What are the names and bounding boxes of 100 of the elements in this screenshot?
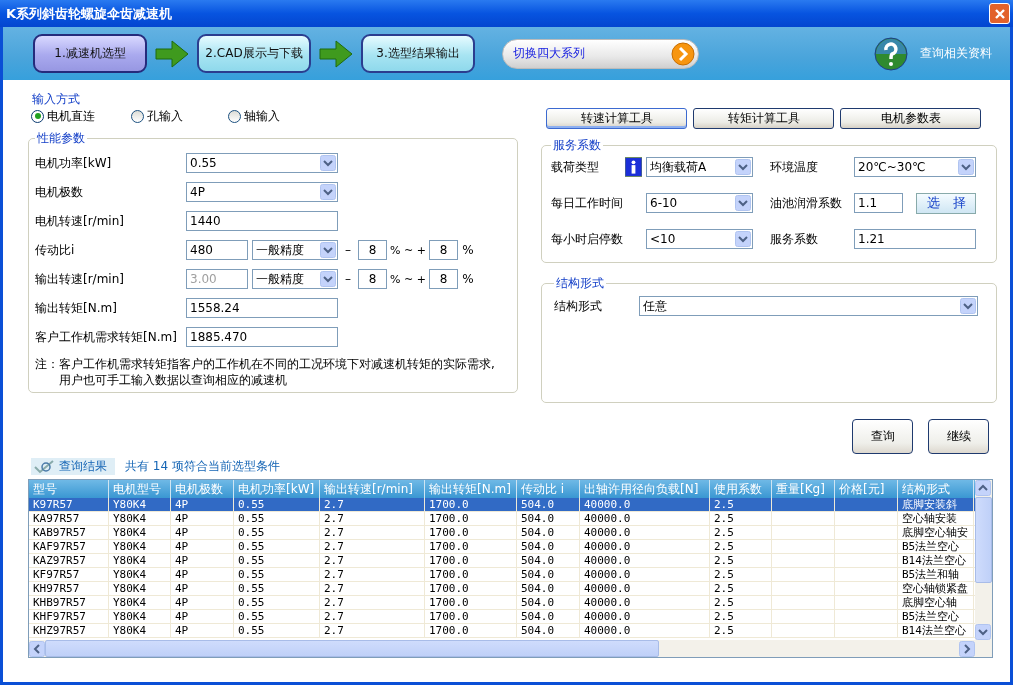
minus-sign: – [344,272,352,286]
percent-sign: % [461,272,475,286]
input-field[interactable]: 1885.470 [186,327,338,347]
table-cell: 4P [171,554,234,567]
tool-button[interactable]: 电机参数表 [840,108,981,129]
table-row[interactable]: K97R57 Y80K4 4P 0.55 2.7 1700.0 504.0 40000.0 2.5 底脚安装斜 [29,498,975,512]
table-cell: KHZ97R57 [29,624,109,637]
table-cell: 504.0 [517,568,580,581]
action-button[interactable]: 继续 [928,419,989,454]
table-cell: 2.5 [710,582,772,595]
input-field[interactable]: 1.1 [854,193,903,213]
table-cell: 504.0 [517,582,580,595]
table-cell: 4P [171,498,234,511]
horizontal-scrollbar[interactable] [29,640,992,657]
field-label: 每日工作时间 [551,194,624,212]
table-cell: 底脚空心轴 [898,596,974,609]
dropdown[interactable]: 任意 [639,296,978,316]
field-label: 电机极数 [35,183,84,201]
table-cell: B14法兰空心 [898,554,974,567]
table-cell: Y80K4 [109,596,171,609]
radio-icon[interactable] [31,109,44,123]
table-cell: 2.5 [710,624,772,637]
select-button[interactable]: 选 择 [916,192,976,214]
step-tab[interactable]: 2.CAD展示与下载 [197,34,311,73]
window-title: K系列斜齿轮螺旋伞齿减速机 [6,4,174,23]
table-row[interactable]: KAB97R57 Y80K4 4P 0.55 2.7 1700.0 504.0 40000.0 2.5 底脚空心轴安 [29,526,975,540]
table-cell: B5法兰空心 [898,540,974,553]
table-cell: 1700.0 [425,554,517,567]
radio-button[interactable]: 电机直连 [31,108,131,124]
scroll-right-icon[interactable] [959,640,975,657]
input-field[interactable]: 1.21 [854,229,976,249]
dropdown[interactable]: 0.55 [186,153,338,173]
table-cell: 504.0 [517,610,580,623]
dropdown[interactable]: 均衡载荷A [646,157,753,177]
chevron-down-icon [735,231,751,247]
switch-series-button[interactable]: 切换四大系列 [502,38,699,69]
help-icon[interactable] [874,36,908,71]
table-cell: 0.55 [234,624,320,637]
chevron-right-icon[interactable] [671,41,695,66]
radio-icon[interactable] [228,109,241,123]
table-row[interactable]: KHB97R57 Y80K4 4P 0.55 2.7 1700.0 504.0 40000.0 2.5 底脚空心轴 [29,596,975,610]
input-field[interactable]: 1558.24 [186,298,338,318]
info-icon[interactable] [625,157,642,177]
action-button[interactable]: 查询 [852,419,913,454]
dropdown[interactable]: 一般精度 [252,240,338,260]
table-cell: 504.0 [517,624,580,637]
step-tab[interactable]: 3.选型结果输出 [361,34,475,73]
tool-button[interactable]: 转矩计算工具 [693,108,834,129]
table-row[interactable]: KA97R57 Y80K4 4P 0.55 2.7 1700.0 504.0 40000.0 2.5 空心轴安装 [29,512,975,526]
chevron-down-icon [320,242,336,258]
table-cell: 2.7 [320,526,425,539]
table-cell: 504.0 [517,554,580,567]
table-row[interactable]: KAZ97R57 Y80K4 4P 0.55 2.7 1700.0 504.0 40000.0 2.5 B14法兰空心 [29,554,975,568]
table-cell: 1700.0 [425,526,517,539]
table-cell: 底脚安装斜 [898,498,974,511]
section-title: 输入方式 [31,92,81,106]
dropdown[interactable]: 6-10 [646,193,753,213]
table-row[interactable]: KF97R57 Y80K4 4P 0.55 2.7 1700.0 504.0 40000.0 2.5 B5法兰和轴 [29,568,975,582]
table-cell: 1700.0 [425,596,517,609]
radio-button[interactable]: 轴输入 [228,108,328,124]
chevron-down-icon [320,271,336,287]
field-label: 输出转矩[N.m] [35,299,118,317]
input-field[interactable]: 1440 [186,211,338,231]
table-row[interactable]: KHF97R57 Y80K4 4P 0.55 2.7 1700.0 504.0 40000.0 2.5 B5法兰空心 [29,610,975,624]
table-cell: 2.5 [710,526,772,539]
table-cell: 2.5 [710,568,772,581]
radio-icon[interactable] [131,109,144,123]
vertical-scrollbar[interactable] [975,480,992,640]
table-cell: 2.5 [710,610,772,623]
tool-button[interactable]: 转速计算工具 [546,108,687,129]
input-field[interactable]: 8 [429,240,458,260]
table-cell: KHB97R57 [29,596,109,609]
table-cell: KHF97R57 [29,610,109,623]
table-row[interactable]: KAF97R57 Y80K4 4P 0.55 2.7 1700.0 504.0 40000.0 2.5 B5法兰空心 [29,540,975,554]
table-cell: 504.0 [517,512,580,525]
input-field[interactable]: 480 [186,240,248,260]
table-cell: Y80K4 [109,554,171,567]
table-cell: 40000.0 [580,512,710,525]
table-cell: K97R57 [29,498,109,511]
dropdown[interactable]: 4P [186,182,338,202]
step-tab[interactable]: 1.减速机选型 [33,34,147,73]
table-cell: 40000.0 [580,596,710,609]
table-row[interactable]: KHZ97R57 Y80K4 4P 0.55 2.7 1700.0 504.0 40000.0 2.5 B14法兰空心 [29,624,975,638]
table-cell: 2.5 [710,554,772,567]
minus-sign: – [344,243,352,257]
radio-button[interactable]: 孔输入 [131,108,228,124]
dropdown[interactable]: <10 [646,229,753,249]
scroll-left-icon[interactable] [29,640,45,657]
table-cell: 0.55 [234,568,320,581]
table-cell: 1700.0 [425,568,517,581]
scroll-up-icon[interactable] [975,480,991,496]
scroll-down-icon[interactable] [975,624,991,640]
note-text: 注：客户工作机需求转矩指客户的工作机在不同的工况环境下对减速机转矩的实际需求, 用户也可手工输入数据以查询相应的减速机 [35,356,496,388]
input-field[interactable]: 8 [358,240,387,260]
field-label: 载荷类型 [551,158,600,176]
table-cell: 1700.0 [425,498,517,511]
table-cell: 4P [171,540,234,553]
dropdown[interactable]: 20℃~30℃ [854,157,976,177]
table-row[interactable]: KH97R57 Y80K4 4P 0.55 2.7 1700.0 504.0 40000.0 2.5 空心轴锁紧盘 [29,582,975,596]
result-count: 共有 14 项符合当前选型条件 [125,458,280,475]
